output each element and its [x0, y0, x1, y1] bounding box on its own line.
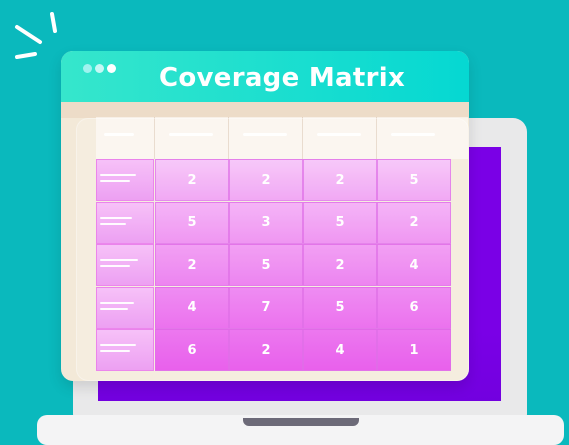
card-subheader: [61, 102, 469, 118]
card-title: Coverage Matrix: [158, 63, 406, 93]
translucent-overlay: [76, 118, 469, 381]
laptop-notch: [243, 418, 359, 426]
card-header: Coverage Matrix: [61, 51, 469, 102]
